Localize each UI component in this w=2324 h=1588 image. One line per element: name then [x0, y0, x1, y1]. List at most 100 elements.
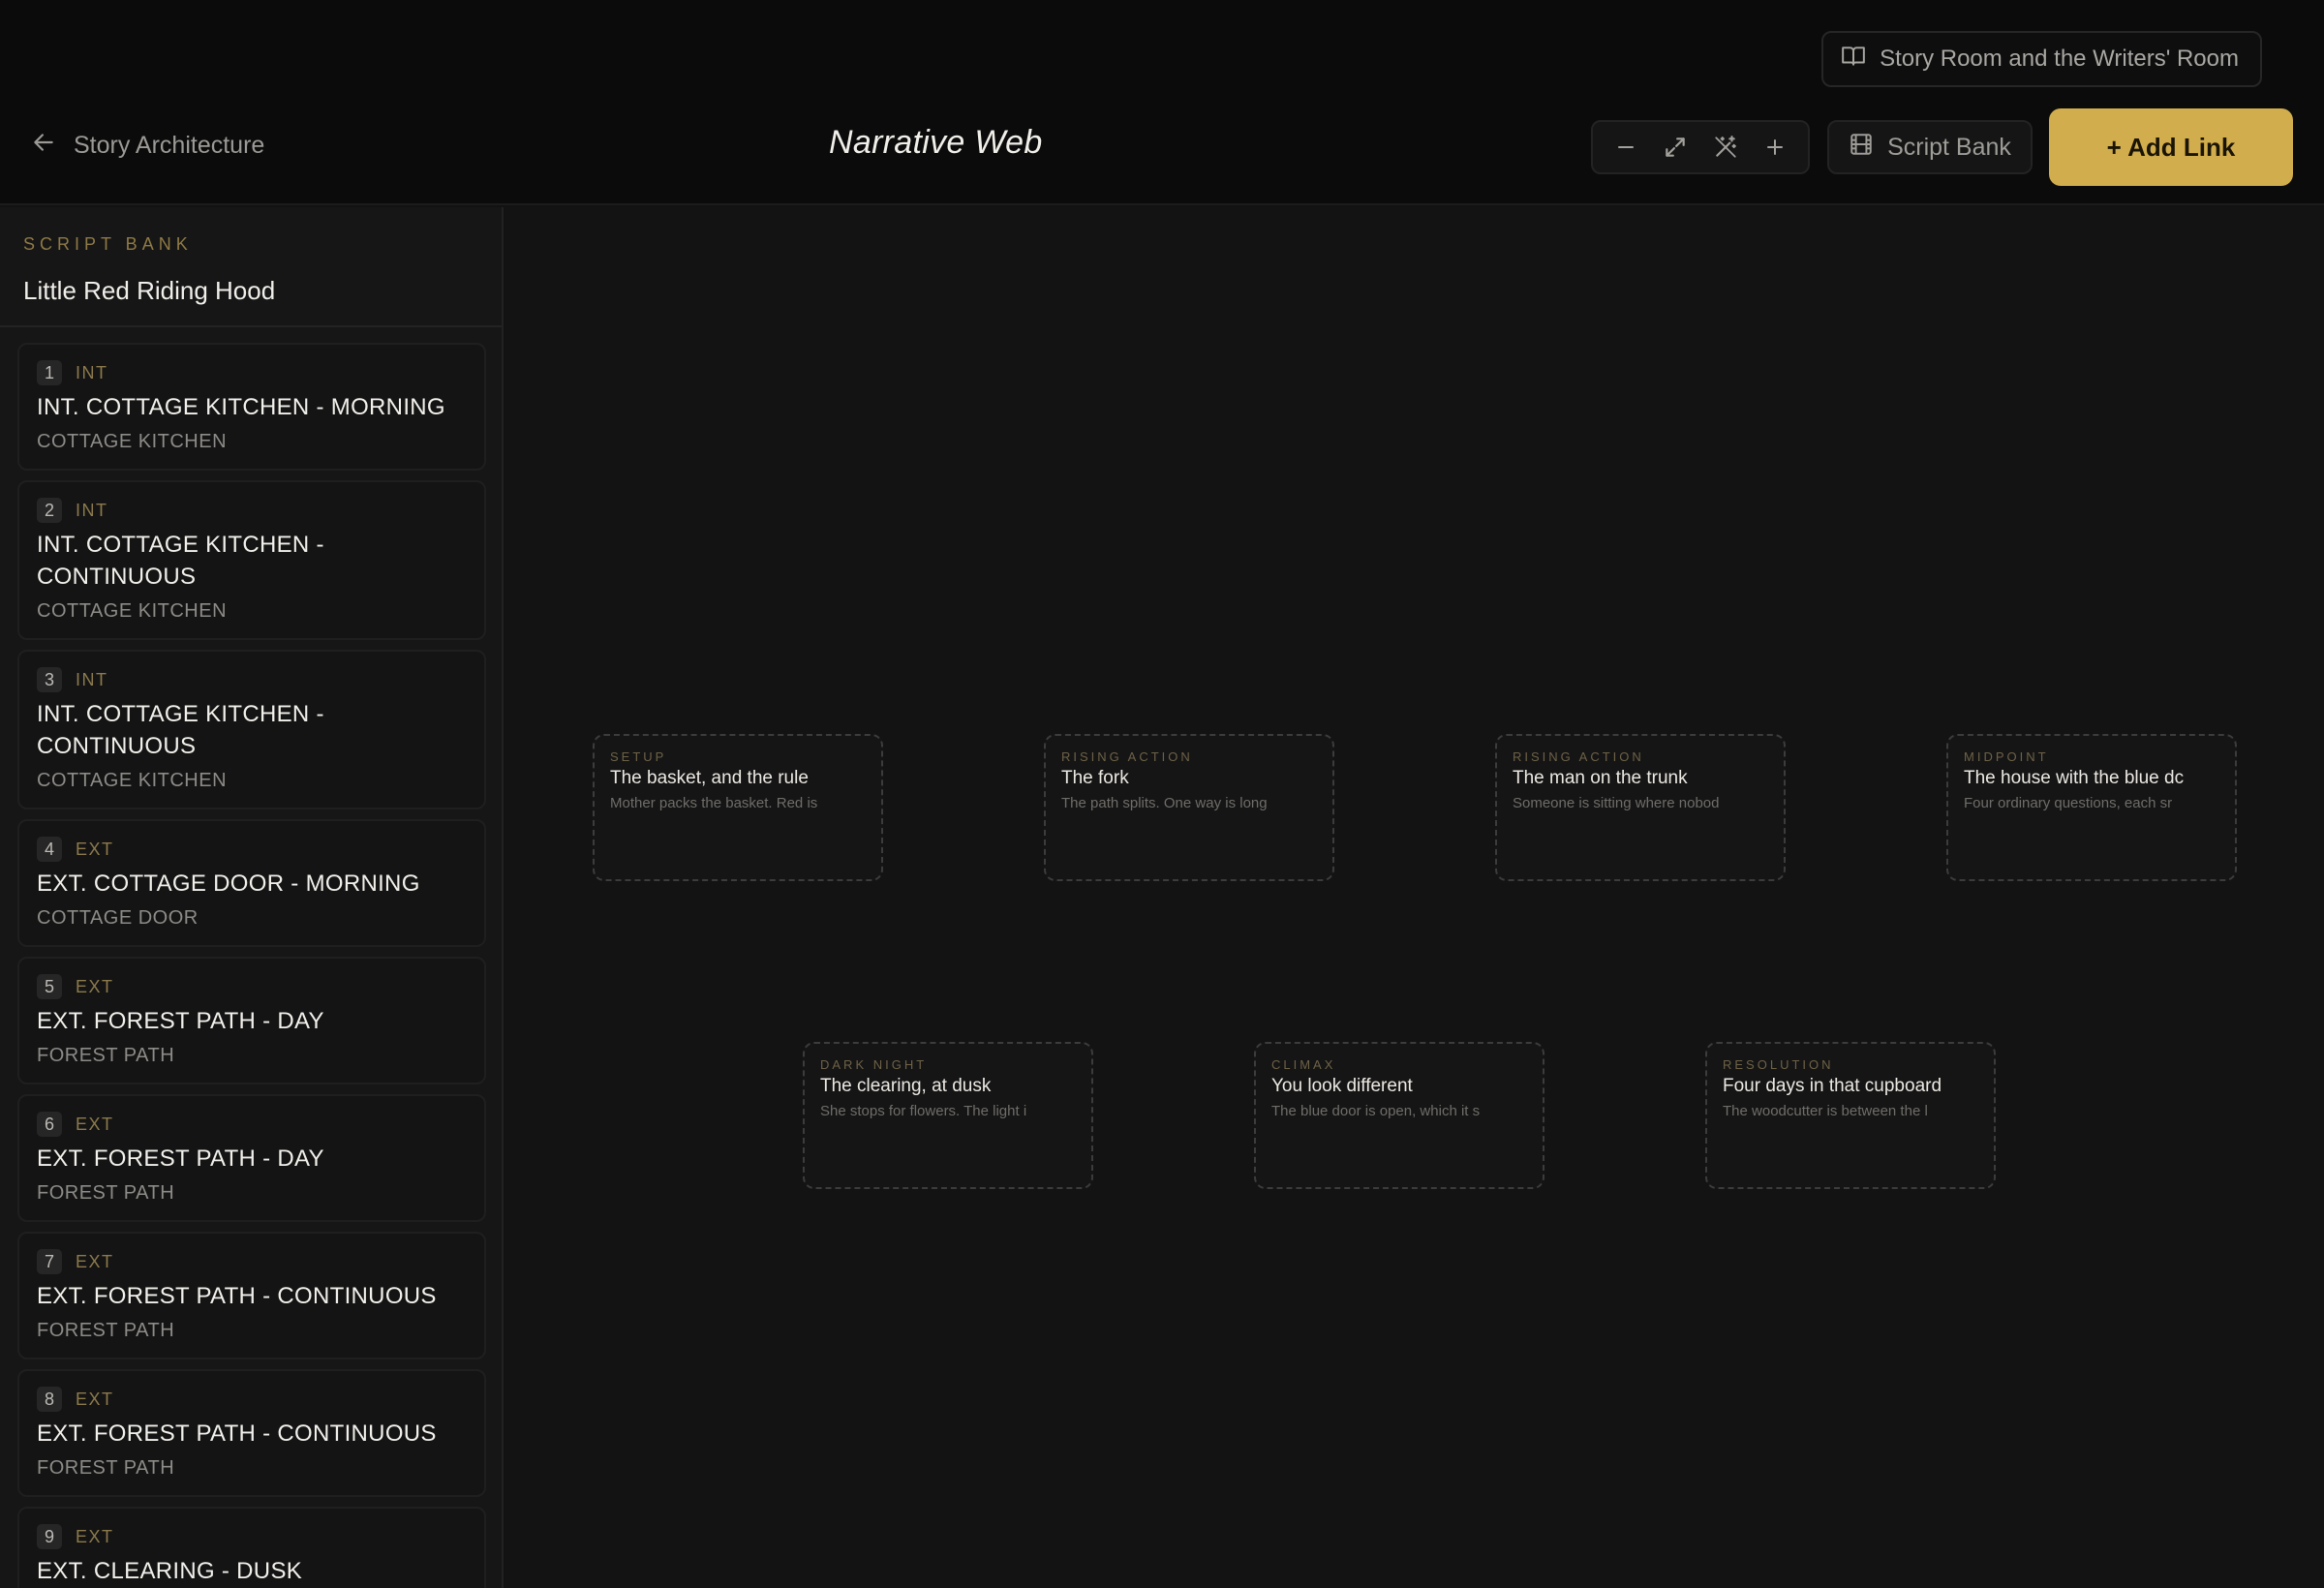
- scene-card[interactable]: 1 INT INT. COTTAGE KITCHEN - MORNING COTTAG…: [17, 343, 486, 471]
- zoom-in-button[interactable]: [1754, 126, 1796, 168]
- beat-summary: The woodcutter is between the l: [1723, 1103, 1928, 1119]
- film-icon: [1849, 132, 1874, 164]
- scene-type: INT: [76, 362, 108, 382]
- scene-location: FOREST PATH: [37, 1457, 175, 1479]
- back-link[interactable]: Story Architecture: [31, 130, 264, 162]
- scene-number: 6: [37, 1112, 62, 1137]
- scene-location: FOREST PATH: [37, 1045, 175, 1066]
- story-beat-node[interactable]: DARK NIGHT The clearing, at dusk She stops…: [803, 1042, 1093, 1189]
- story-room-link-label: Story Room and the Writers' Room: [1880, 46, 2239, 72]
- scene-card[interactable]: 3 INT INT. COTTAGE KITCHEN - CONTINUOUS COT…: [17, 650, 486, 809]
- scene-list: 1 INT INT. COTTAGE KITCHEN - MORNING COTTAG…: [0, 327, 502, 1588]
- minus-icon: [1617, 146, 1634, 148]
- beat-stage: RISING ACTION: [1061, 749, 1193, 764]
- auto-layout-button[interactable]: [1704, 126, 1747, 168]
- beat-summary: The path splits. One way is long: [1061, 795, 1268, 811]
- story-beat-node[interactable]: MIDPOINT The house with the blue dc Four o…: [1946, 734, 2237, 881]
- story-room-link[interactable]: Story Room and the Writers' Room: [1821, 31, 2262, 87]
- scene-card[interactable]: 9 EXT EXT. CLEARING - DUSK: [17, 1507, 486, 1588]
- script-title: Little Red Riding Hood: [23, 276, 276, 305]
- scene-type: EXT: [76, 839, 114, 859]
- narrative-canvas[interactable]: SETUP The basket, and the rule Mother pack…: [505, 207, 2324, 1588]
- scene-number: 9: [37, 1524, 62, 1549]
- beat-title: The basket, and the rule: [610, 768, 809, 788]
- scene-heading: EXT. FOREST PATH - DAY: [37, 1145, 324, 1172]
- story-beat-node[interactable]: CLIMAX You look different The blue door is…: [1254, 1042, 1544, 1189]
- scene-location: FOREST PATH: [37, 1182, 175, 1204]
- scene-card[interactable]: 8 EXT EXT. FOREST PATH - CONTINUOUS FOREST …: [17, 1369, 486, 1497]
- scene-number: 8: [37, 1387, 62, 1412]
- scene-type: INT: [76, 669, 108, 689]
- scene-type: EXT: [76, 1389, 114, 1409]
- beat-stage: CLIMAX: [1271, 1057, 1336, 1072]
- scene-card[interactable]: 7 EXT EXT. FOREST PATH - CONTINUOUS FOREST …: [17, 1232, 486, 1359]
- scene-card-meta: 9 EXT: [37, 1524, 467, 1549]
- beat-title: The clearing, at dusk: [820, 1076, 992, 1096]
- scene-card[interactable]: 2 INT INT. COTTAGE KITCHEN - CONTINUOUS COT…: [17, 480, 486, 640]
- page-title: Narrative Web: [829, 124, 1043, 161]
- expand-icon: [1666, 137, 1685, 157]
- beat-stage: RESOLUTION: [1723, 1057, 1834, 1072]
- book-open-icon: [1841, 44, 1866, 76]
- scene-card[interactable]: 4 EXT EXT. COTTAGE DOOR - MORNING COTTAGE D…: [17, 819, 486, 947]
- script-bank-sidebar: SCRIPT BANK Little Red Riding Hood 1 INT I…: [0, 207, 504, 1588]
- scene-location: COTTAGE KITCHEN: [37, 770, 228, 791]
- sidebar-kicker: SCRIPT BANK: [23, 234, 193, 254]
- scene-card-meta: 3 INT: [37, 667, 467, 692]
- top-bar: Story Room and the Writers' Room Story A…: [0, 0, 2324, 205]
- scene-location: COTTAGE KITCHEN: [37, 600, 228, 622]
- beat-title: Four days in that cupboard: [1723, 1076, 1942, 1096]
- scene-card-meta: 2 INT: [37, 498, 467, 523]
- scene-heading: INT. COTTAGE KITCHEN - MORNING: [37, 394, 445, 420]
- scene-type: EXT: [76, 1251, 114, 1271]
- beat-summary: Someone is sitting where nobod: [1513, 795, 1720, 811]
- beat-title: The house with the blue dc: [1964, 768, 2185, 788]
- scene-number: 7: [37, 1249, 62, 1274]
- scene-heading: EXT. CLEARING - DUSK: [37, 1558, 303, 1584]
- beat-summary: Mother packs the basket. Red is: [610, 795, 818, 811]
- script-bank-button-label: Script Bank: [1887, 133, 2011, 161]
- canvas-controls: [1591, 120, 1810, 174]
- beat-summary: The blue door is open, which it s: [1271, 1103, 1481, 1119]
- scene-card-meta: 5 EXT: [37, 974, 467, 999]
- scene-card-meta: 1 INT: [37, 360, 467, 385]
- scene-card[interactable]: 6 EXT EXT. FOREST PATH - DAY FOREST PATH: [17, 1094, 486, 1222]
- beat-stage: SETUP: [610, 749, 667, 764]
- story-beat-node[interactable]: RISING ACTION The fork The path splits. On…: [1044, 734, 1334, 881]
- scene-heading: INT. COTTAGE KITCHEN - CONTINUOUS: [37, 532, 324, 590]
- scene-type: INT: [76, 500, 108, 520]
- app: Story Room and the Writers' Room Story A…: [0, 0, 2324, 1588]
- scene-type: EXT: [76, 1526, 114, 1546]
- scene-card-meta: 6 EXT: [37, 1112, 467, 1137]
- story-beat-node[interactable]: SETUP The basket, and the rule Mother pack…: [593, 734, 883, 881]
- beat-title: You look different: [1271, 1076, 1413, 1096]
- script-bank-button[interactable]: Script Bank: [1827, 120, 2033, 174]
- scene-number: 2: [37, 498, 62, 523]
- scene-heading: INT. COTTAGE KITCHEN - CONTINUOUS: [37, 701, 324, 759]
- scene-card[interactable]: 5 EXT EXT. FOREST PATH - DAY FOREST PATH: [17, 957, 486, 1084]
- story-beat-node[interactable]: RISING ACTION The man on the trunk Someone…: [1495, 734, 1786, 881]
- add-link-button[interactable]: + Add Link: [2049, 108, 2293, 186]
- beat-title: The man on the trunk: [1513, 768, 1688, 788]
- back-link-label: Story Architecture: [74, 132, 265, 159]
- sidebar-header: SCRIPT BANK Little Red Riding Hood: [0, 207, 502, 327]
- scene-heading: EXT. FOREST PATH - CONTINUOUS: [37, 1420, 437, 1447]
- scene-type: EXT: [76, 1114, 114, 1134]
- beat-summary: She stops for flowers. The light i: [820, 1103, 1027, 1119]
- fit-view-button[interactable]: [1654, 126, 1697, 168]
- beat-stage: RISING ACTION: [1513, 749, 1644, 764]
- scene-location: COTTAGE DOOR: [37, 907, 199, 929]
- scene-number: 5: [37, 974, 62, 999]
- story-beat-node[interactable]: RESOLUTION Four days in that cupboard The …: [1705, 1042, 1996, 1189]
- zoom-out-button[interactable]: [1605, 126, 1647, 168]
- plus-icon: [1767, 139, 1784, 155]
- scene-number: 1: [37, 360, 62, 385]
- magic-wand-icon: [1715, 136, 1736, 158]
- beat-stage: DARK NIGHT: [820, 1057, 928, 1072]
- scene-type: EXT: [76, 976, 114, 996]
- scene-heading: EXT. COTTAGE DOOR - MORNING: [37, 870, 420, 897]
- scene-heading: EXT. FOREST PATH - CONTINUOUS: [37, 1283, 437, 1309]
- scene-number: 4: [37, 837, 62, 862]
- scene-heading: EXT. FOREST PATH - DAY: [37, 1008, 324, 1034]
- beat-summary: Four ordinary questions, each sr: [1964, 795, 2173, 811]
